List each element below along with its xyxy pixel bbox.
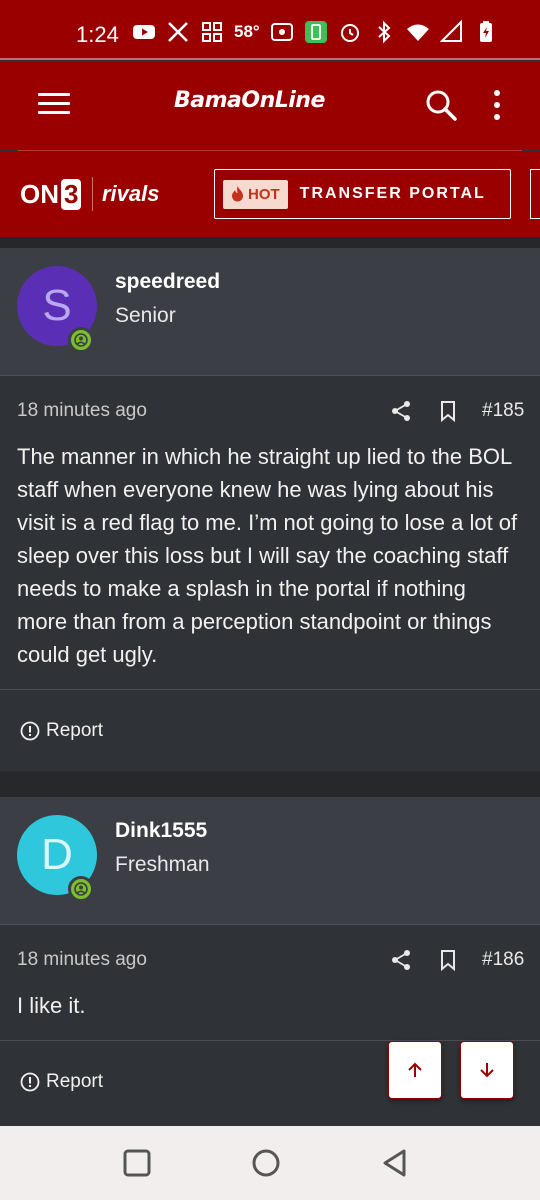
report-button[interactable]: Report bbox=[20, 1071, 103, 1093]
next-promo-button[interactable] bbox=[530, 169, 540, 219]
arrow-down-icon bbox=[480, 1063, 494, 1078]
post-author-header: D Dink1555 Freshman bbox=[0, 797, 540, 925]
content-top-strip bbox=[0, 237, 540, 248]
flame-icon bbox=[232, 186, 243, 202]
portal-label: TRANSFER PORTAL bbox=[299, 185, 486, 202]
clock: 1:24 bbox=[76, 22, 119, 47]
site-logo[interactable]: BamaOnLine bbox=[174, 88, 325, 113]
post-body: 18 minutes ago #186 I like it. bbox=[0, 925, 540, 1040]
alarm-icon bbox=[340, 24, 359, 42]
grid-icon bbox=[202, 22, 222, 42]
x-icon bbox=[168, 22, 188, 42]
hot-badge: HOT bbox=[223, 179, 288, 209]
share-icon[interactable] bbox=[390, 400, 412, 422]
status-icons: 58° bbox=[132, 20, 498, 44]
wifi-icon bbox=[406, 24, 429, 41]
more-options-icon[interactable] bbox=[492, 90, 502, 122]
user-rank: Freshman bbox=[115, 853, 210, 876]
arrow-up-icon bbox=[408, 1062, 422, 1077]
post-body: 18 minutes ago #185 The manner in which … bbox=[0, 376, 540, 689]
transfer-portal-button[interactable]: HOT TRANSFER PORTAL bbox=[214, 169, 511, 219]
post-number[interactable]: #185 bbox=[482, 400, 524, 422]
signal-icon bbox=[439, 20, 462, 42]
home-icon[interactable] bbox=[251, 1148, 281, 1178]
status-bar: 1:24 58° bbox=[0, 0, 540, 60]
post-content: The manner in which he straight up lied … bbox=[17, 444, 518, 667]
post-separator bbox=[0, 771, 540, 797]
brand-bar: ON 3 rivals HOT TRANSFER PORTAL bbox=[0, 151, 540, 237]
post-footer: Report bbox=[0, 689, 540, 771]
post-content: I like it. bbox=[17, 993, 86, 1018]
brand-divider bbox=[92, 177, 93, 211]
search-icon[interactable] bbox=[424, 88, 458, 122]
scroll-up-button[interactable] bbox=[388, 1041, 442, 1099]
alert-icon bbox=[20, 1072, 40, 1092]
post-timestamp[interactable]: 18 minutes ago bbox=[17, 400, 147, 422]
post-author-header: S speedreed Senior bbox=[0, 248, 540, 376]
rivals-logo[interactable]: rivals bbox=[102, 181, 160, 207]
username[interactable]: Dink1555 bbox=[115, 819, 207, 843]
youtube-icon bbox=[133, 25, 155, 39]
bluetooth-icon bbox=[378, 20, 391, 44]
share-icon[interactable] bbox=[390, 949, 412, 971]
post-number[interactable]: #186 bbox=[482, 949, 524, 971]
recents-icon[interactable] bbox=[122, 1148, 152, 1178]
username[interactable]: speedreed bbox=[115, 270, 220, 294]
post-timestamp[interactable]: 18 minutes ago bbox=[17, 949, 147, 971]
on3-logo[interactable]: ON 3 bbox=[20, 179, 82, 210]
alert-icon bbox=[20, 721, 40, 741]
back-icon[interactable] bbox=[380, 1148, 410, 1178]
temperature: 58° bbox=[234, 22, 260, 41]
user-rank: Senior bbox=[115, 304, 176, 327]
app-header: BamaOnLine bbox=[0, 62, 540, 150]
battery-icon bbox=[479, 21, 492, 42]
post-footer: Report bbox=[0, 1040, 540, 1126]
bookmark-icon[interactable] bbox=[438, 400, 458, 422]
scroll-down-button[interactable] bbox=[460, 1041, 514, 1099]
menu-icon[interactable] bbox=[38, 93, 70, 117]
battery-saver-icon bbox=[304, 21, 327, 43]
system-nav-bar bbox=[0, 1126, 540, 1200]
radio-icon bbox=[270, 23, 293, 41]
bookmark-icon[interactable] bbox=[438, 949, 458, 971]
online-status-icon bbox=[68, 327, 94, 353]
online-status-icon bbox=[68, 876, 94, 902]
report-button[interactable]: Report bbox=[20, 720, 103, 742]
